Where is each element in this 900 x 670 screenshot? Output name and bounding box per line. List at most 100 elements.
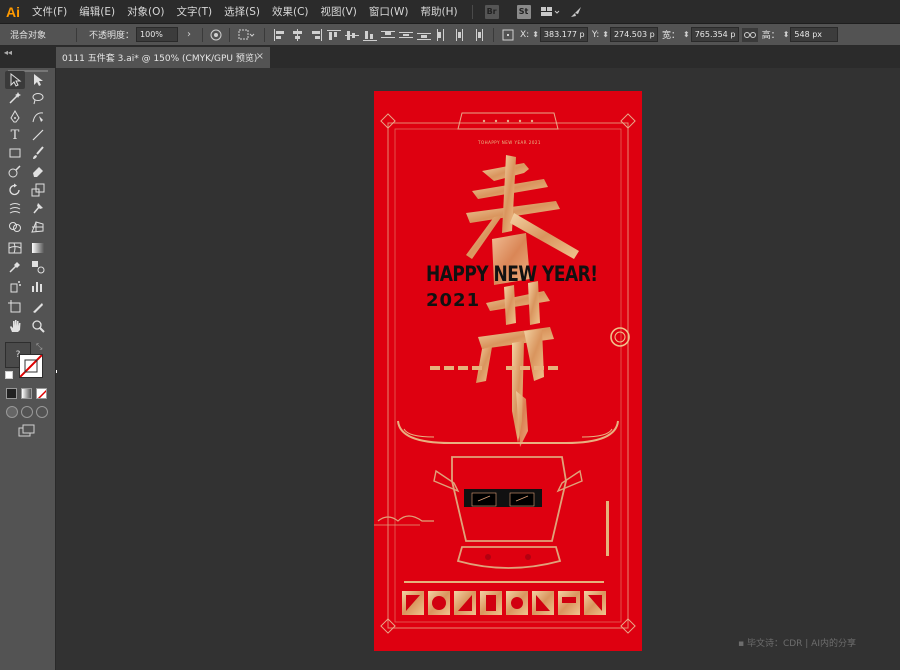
puppet-warp-tool-icon[interactable] [28,199,48,217]
screen-mode-icon[interactable] [18,424,36,441]
perspective-grid-tool-icon[interactable] [28,218,48,236]
rectangle-tool-icon[interactable] [5,144,25,162]
pen-tool-icon[interactable] [5,108,25,126]
menu-view[interactable]: 视图(V) [315,0,363,24]
align-right-icon[interactable] [307,27,325,43]
eraser-tool-icon[interactable] [28,162,48,180]
menu-window[interactable]: 窗口(W) [363,0,415,24]
artboard[interactable]: TOHAPPY NEW YEAR 2021 HAPPY NEW YEAR! 20… [374,91,642,651]
shape-builder-tool-icon[interactable] [5,218,25,236]
warp-tool-icon[interactable] [5,199,25,217]
selection-tool-icon[interactable] [5,71,25,89]
draw-behind-icon[interactable] [21,406,33,418]
tools-collapse-icon[interactable]: ◂◂ [4,48,12,57]
distribute-bottom-icon[interactable] [415,27,433,43]
direct-selection-tool-icon[interactable] [28,71,48,89]
menu-bar: Ai 文件(F) 编辑(E) 对象(O) 文字(T) 选择(S) 效果(C) 视… [0,0,900,24]
zoom-tool-icon[interactable] [28,317,48,335]
artwork-top-small-text: TOHAPPY NEW YEAR 2021 [478,140,541,145]
width-input[interactable] [690,27,739,42]
align-top-icon[interactable] [325,27,343,43]
scale-tool-icon[interactable] [28,181,48,199]
height-label: 高： [761,31,780,41]
recolor-artwork-icon[interactable] [209,28,223,42]
menu-type[interactable]: 文字(T) [171,0,219,24]
align-hcenter-icon[interactable] [289,27,307,43]
menu-edit[interactable]: 编辑(E) [73,0,121,24]
none-mode-icon[interactable] [36,388,47,399]
x-input[interactable] [539,27,588,42]
close-tab-icon[interactable]: × [256,51,264,62]
height-stepper-icon[interactable]: ⬍ [783,30,790,39]
magic-wand-tool-icon[interactable] [5,89,25,107]
blend-tool-icon[interactable] [28,258,48,276]
opacity-label: 不透明度： [89,31,135,41]
eyedropper-tool-icon[interactable] [5,258,25,276]
watermark: ▪ 毕文诗：CDR | AI内的分享 [738,639,856,649]
gradient-tool-icon[interactable] [28,239,48,257]
bridge-button[interactable]: Br [484,4,499,19]
distribute-vcenter-icon[interactable] [397,27,415,43]
align-left-icon[interactable] [271,27,289,43]
selection-type-label: 混合对象 [10,31,47,41]
mesh-tool-icon[interactable] [5,239,25,257]
divider [76,27,77,42]
distribute-hcenter-icon[interactable] [451,27,469,43]
menu-help[interactable]: 帮助(H) [415,0,464,24]
artboard-tool-icon[interactable] [5,298,25,316]
transform-options-icon[interactable] [500,28,516,42]
line-segment-tool-icon[interactable] [28,126,48,144]
draw-inside-icon[interactable] [36,406,48,418]
workspace-switcher-icon[interactable] [535,0,565,24]
artwork [374,112,636,634]
document-tab[interactable]: 0111 五件套 3.ai* @ 150% (CMYK/GPU 预览) × [56,47,270,68]
artwork-year: 2021 [426,290,481,311]
gradient-mode-icon[interactable] [21,388,32,399]
stroke-swatch[interactable] [19,354,43,378]
distribute-top-icon[interactable] [379,27,397,43]
distribute-left-icon[interactable] [433,27,451,43]
app-logo: Ai [6,3,20,20]
shaper-tool-icon[interactable] [5,162,25,180]
paintbrush-tool-icon[interactable] [28,144,48,162]
column-graph-tool-icon[interactable] [28,277,48,295]
distribute-right-icon[interactable] [469,27,487,43]
constrain-proportions-link-icon[interactable] [741,27,758,42]
default-fill-stroke-icon[interactable] [5,371,13,379]
curvature-tool-icon[interactable] [28,108,48,126]
divider [229,27,231,42]
draw-normal-icon[interactable] [6,406,18,418]
slice-tool-icon[interactable] [28,298,48,316]
control-bar: 混合对象 不透明度： › X: ⬍ Y: ⬍ 宽： ⬍ 高： ⬍ [0,24,900,46]
divider [264,27,266,42]
document-tab-title: 0111 五件套 3.ai* @ 150% (CMYK/GPU 预览) [62,54,258,64]
align-to-selection-icon[interactable] [236,28,258,42]
menu-effect[interactable]: 效果(C) [266,0,315,24]
opacity-chevron-icon[interactable]: › [182,28,196,42]
lasso-tool-icon[interactable] [28,89,48,107]
type-tool-icon[interactable]: T [5,126,25,144]
divider [202,27,204,42]
align-bottom-icon[interactable] [361,27,379,43]
align-vcenter-icon[interactable] [343,27,361,43]
menu-divider [471,4,473,19]
y-stepper-icon[interactable]: ⬍ [602,30,609,39]
hand-tool-icon[interactable] [5,317,25,335]
artwork-headline: HAPPY NEW YEAR! [426,262,598,287]
color-mode-icon[interactable] [6,388,17,399]
x-stepper-icon[interactable]: ⬍ [532,30,539,39]
stock-button[interactable]: St [516,4,531,19]
gpu-rocket-icon[interactable] [565,0,587,24]
symbol-sprayer-tool-icon[interactable] [5,277,25,295]
menu-object[interactable]: 对象(O) [121,0,170,24]
rotate-tool-icon[interactable] [5,181,25,199]
swap-fill-stroke-icon[interactable]: ⤡ [36,342,42,352]
document-tab-strip: ◂◂ 0111 五件套 3.ai* @ 150% (CMYK/GPU 预览) × [0,46,900,68]
menu-select[interactable]: 选择(S) [218,0,266,24]
width-stepper-icon[interactable]: ⬍ [683,30,690,39]
y-input[interactable] [609,27,658,42]
opacity-input[interactable] [136,27,179,42]
menu-file[interactable]: 文件(F) [26,0,73,24]
y-label: Y: [591,29,600,40]
height-input[interactable] [790,27,839,42]
